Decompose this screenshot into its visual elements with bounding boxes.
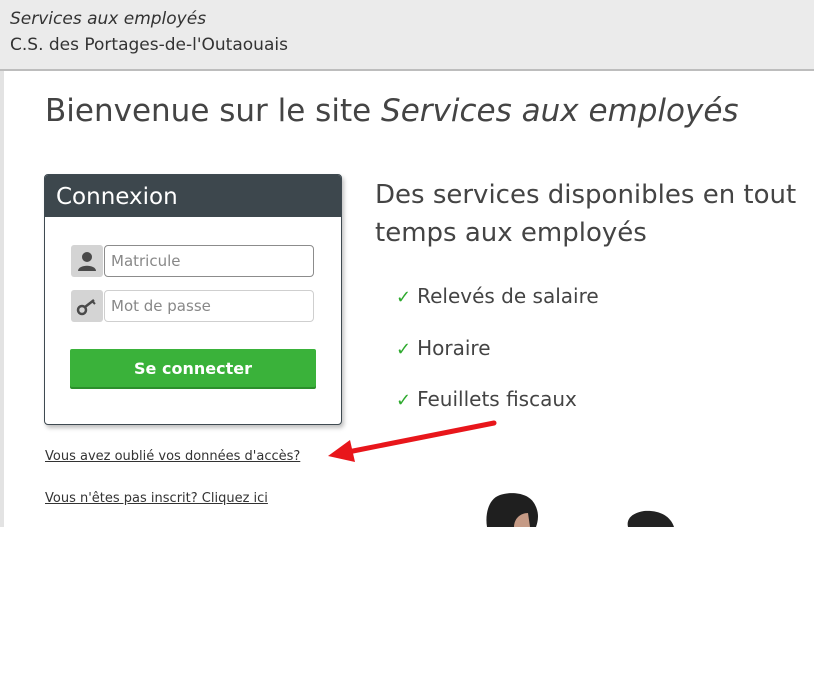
feature-item: ✓ Horaire [396, 336, 491, 360]
feature-item: ✓ Relevés de salaire [396, 284, 599, 308]
checkmark-icon: ✓ [396, 339, 412, 360]
feature-label: Horaire [417, 336, 491, 360]
login-button[interactable]: Se connecter [70, 349, 316, 387]
username-field-group [71, 245, 315, 277]
left-border [0, 71, 4, 527]
page-title: Bienvenue sur le site Services aux emplo… [45, 93, 739, 129]
feature-label: Relevés de salaire [417, 284, 599, 308]
user-icon [71, 245, 103, 277]
forgot-credentials-link[interactable]: Vous avez oublié vos données d'accès? [45, 449, 300, 464]
password-input[interactable] [104, 290, 314, 322]
username-input[interactable] [104, 245, 314, 277]
welcome-prefix: Bienvenue sur le site [45, 93, 382, 129]
checkmark-icon: ✓ [396, 390, 412, 411]
feature-item: ✓ Feuillets fiscaux [396, 387, 577, 411]
login-card-title: Connexion [45, 175, 341, 217]
password-field-group [71, 290, 315, 322]
welcome-site-name: Services aux employés [381, 93, 739, 129]
register-link[interactable]: Vous n'êtes pas inscrit? Cliquez ici [45, 491, 268, 506]
login-card: Connexion Se connecter [44, 174, 342, 425]
organization-name: C.S. des Portages-de-l'Outaouais [10, 35, 288, 55]
app-title: Services aux employés [10, 9, 207, 29]
top-header: Services aux employés C.S. des Portages-… [0, 0, 814, 71]
red-arrow-annotation [328, 420, 497, 462]
checkmark-icon: ✓ [396, 287, 412, 308]
key-icon [71, 290, 103, 322]
employees-photo [486, 493, 674, 527]
services-heading: Des services disponibles en tout temps a… [375, 180, 797, 248]
feature-label: Feuillets fiscaux [417, 387, 577, 411]
